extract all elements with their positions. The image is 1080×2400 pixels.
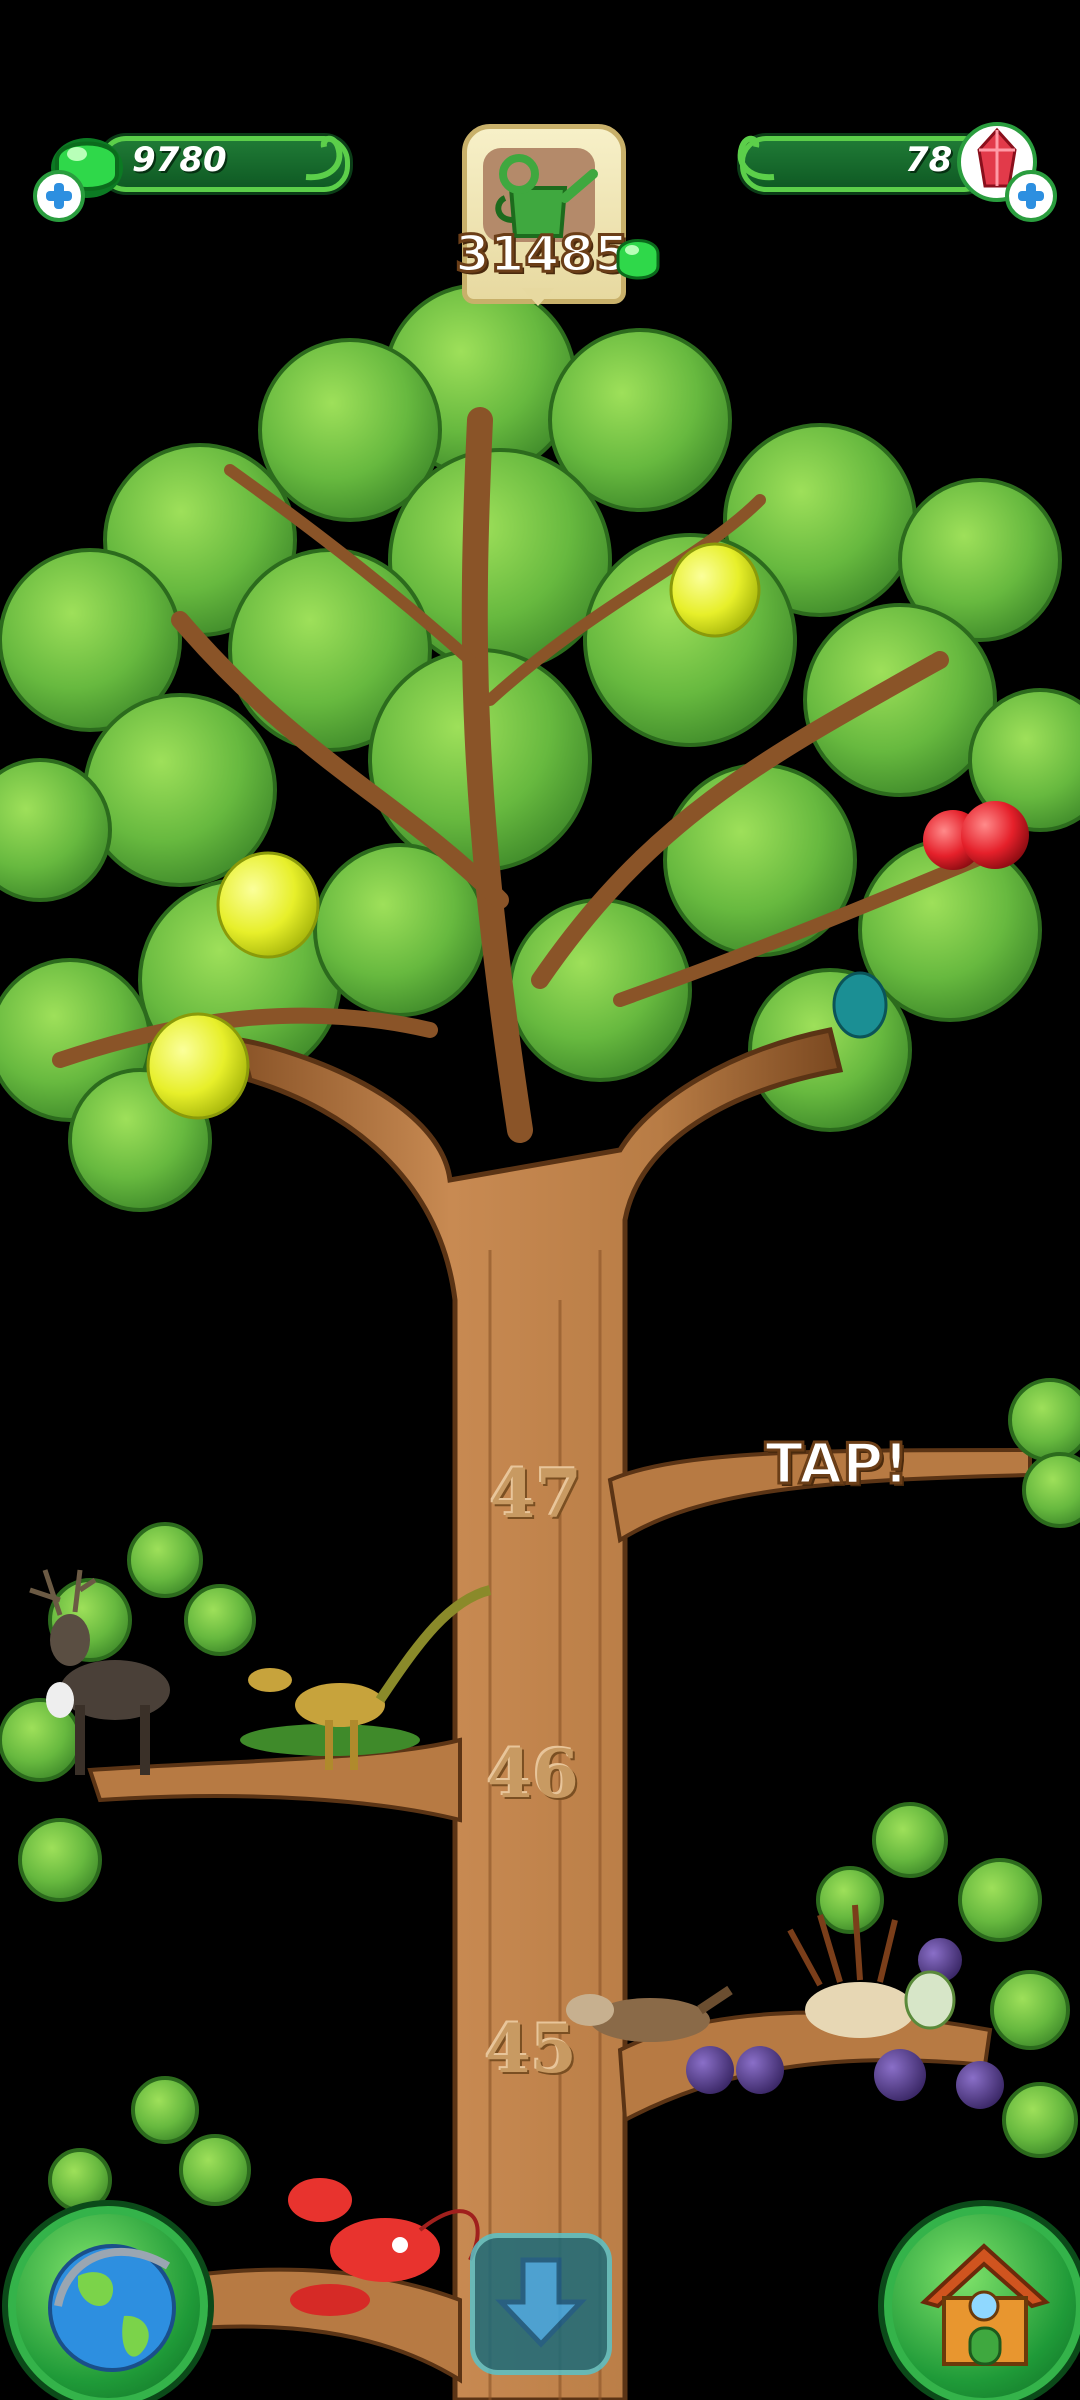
level-number-45: 45 xyxy=(485,2010,577,2088)
fruit-red-berries[interactable] xyxy=(923,801,1029,870)
fruit-lemon[interactable] xyxy=(146,1012,250,1120)
home-button[interactable] xyxy=(878,2200,1080,2400)
gems-count: 9780 xyxy=(132,140,227,180)
down-arrow-icon xyxy=(495,2257,587,2348)
add-gems-button[interactable] xyxy=(33,170,85,222)
house-icon xyxy=(920,2243,1051,2366)
fruit-lemon[interactable] xyxy=(669,542,761,638)
level-number-46: 46 xyxy=(487,1735,579,1813)
badge-pointer xyxy=(522,288,554,306)
vine-icon xyxy=(305,135,343,181)
fruit-lemon[interactable] xyxy=(216,851,320,959)
globe-icon xyxy=(48,2244,176,2372)
branch-44-leaves xyxy=(48,2076,251,2212)
water-score: 31485 xyxy=(454,224,631,285)
green-gem-icon xyxy=(616,239,660,280)
fruit-teal-seed[interactable] xyxy=(832,971,888,1039)
scroll-down-button[interactable] xyxy=(470,2233,612,2375)
crystals-count: 78 xyxy=(905,140,953,180)
globe-button[interactable] xyxy=(2,2200,214,2400)
vine-icon xyxy=(737,135,775,181)
tap-prompt[interactable]: TAP! xyxy=(764,1431,911,1499)
game-screen: { "hud": { "gems": "9780", "crystals": "… xyxy=(0,0,1080,2400)
add-crystals-button[interactable] xyxy=(1005,170,1057,222)
level-number-47: 47 xyxy=(490,1455,582,1533)
